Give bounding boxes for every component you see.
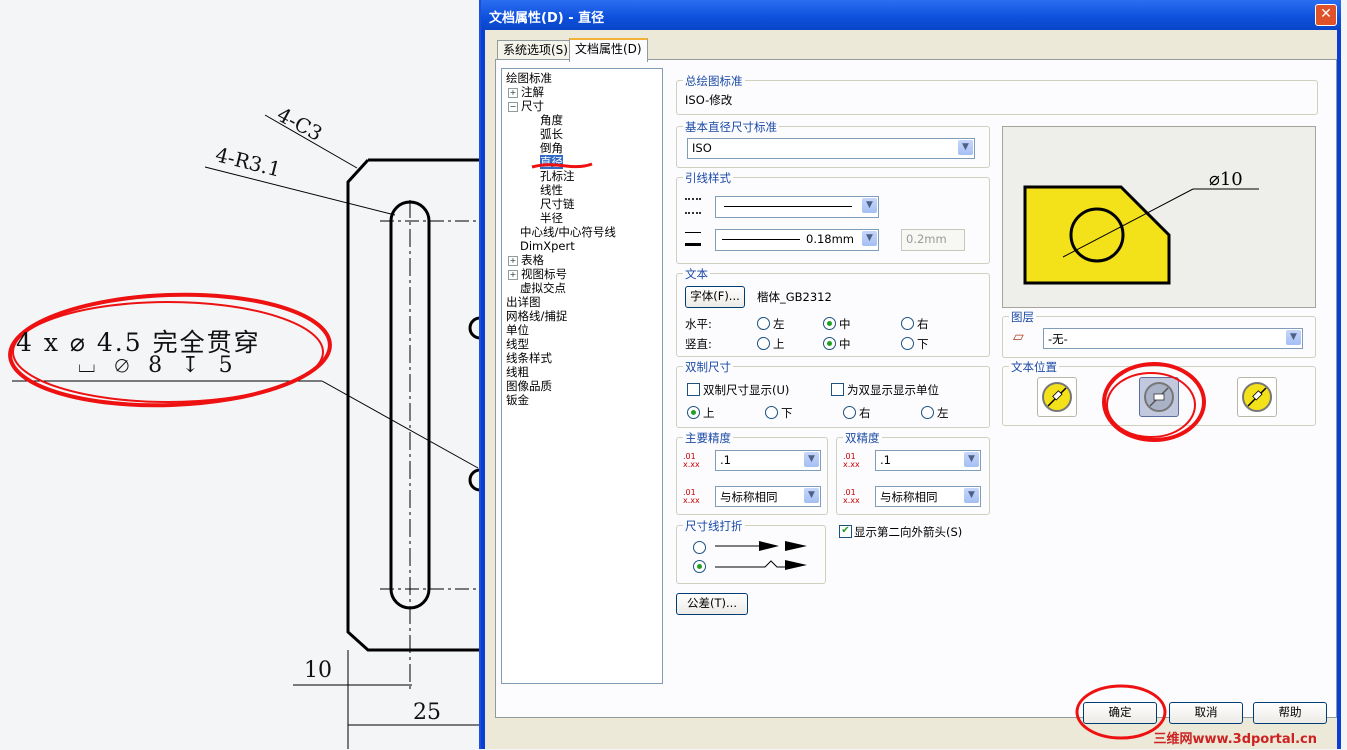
- dialog-title: 文档属性(D) - 直径: [489, 11, 605, 26]
- dimension-10: 10: [304, 658, 332, 683]
- dimension-25: 25: [413, 700, 441, 725]
- document-properties-dialog: 文档属性(D) - 直径 ✕ 系统选项(S) 文档属性(D) 绘图标准 + 注解 − 尺…: [479, 0, 1341, 749]
- cad-part-drawing: [8, 114, 480, 749]
- site-watermark: 三维网www.3dportal.cn: [1153, 732, 1317, 747]
- help-button[interactable]: 帮助: [1253, 702, 1327, 724]
- ok-button[interactable]: 确定: [1083, 702, 1157, 724]
- red-annotation-marks: [531, 162, 1206, 442]
- dialog-titlebar[interactable]: 文档属性(D) - 直径 ✕: [481, 0, 1341, 30]
- tab-document-properties[interactable]: 文档属性(D): [569, 38, 648, 62]
- hole-callout-line2: ⌴ ⌀ 8 ↧ 5: [78, 353, 239, 378]
- dialog-client-area: 系统选项(S) 文档属性(D) 绘图标准 + 注解 − 尺寸 角度 弧长 倒角 直径 孔标注 线性尺…: [485, 30, 1337, 749]
- cancel-button[interactable]: 取消: [1169, 702, 1243, 724]
- cad-drawing-area[interactable]: 4-C3 4-R3.1 4 x ⌀ 4.5 完全贯穿 ⌴ ⌀ 8 ↧ 5 10 …: [0, 0, 480, 749]
- close-button[interactable]: ✕: [1315, 4, 1337, 26]
- tab-system-options[interactable]: 系统选项(S): [497, 40, 574, 60]
- document-properties-panel: 绘图标准 + 注解 − 尺寸 角度 弧长 倒角 直径 孔标注 线性 尺寸链 半径 中心线/中心符号线 Dim…: [495, 59, 1337, 718]
